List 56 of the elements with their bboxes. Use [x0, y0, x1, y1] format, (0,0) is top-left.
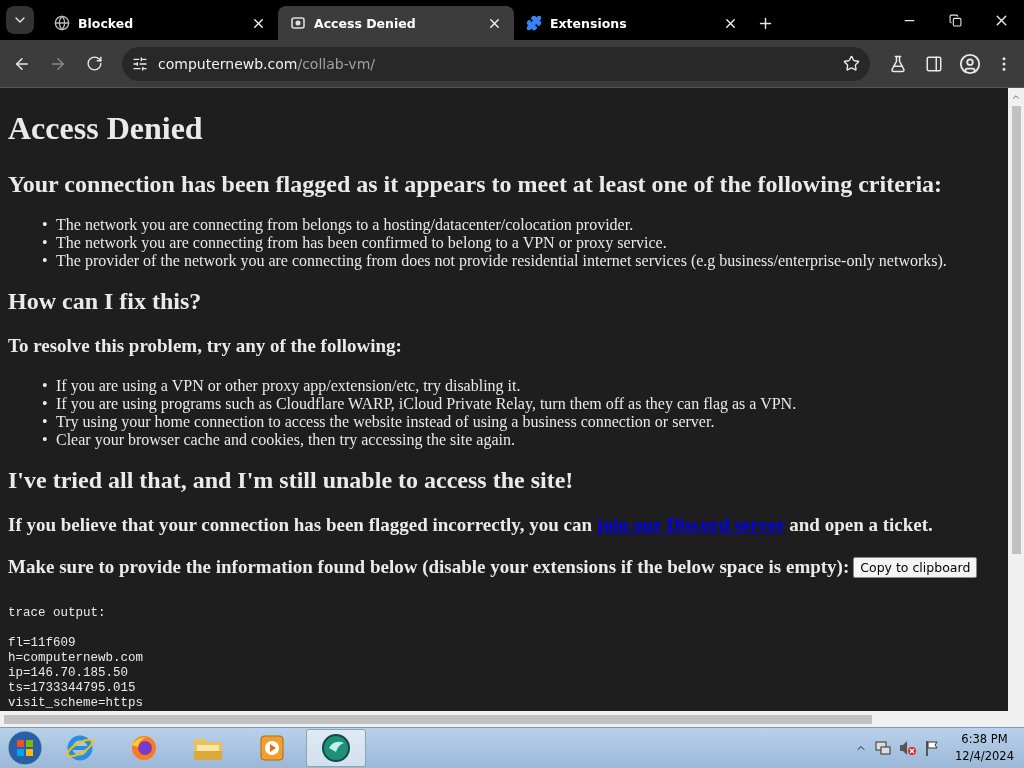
url-text: computernewb.com/collab-vm/	[158, 55, 376, 72]
section-heading: How can I fix this?	[8, 288, 203, 315]
restore-icon[interactable]	[948, 13, 962, 27]
subheading: To resolve this problem, try any of the following:	[8, 335, 403, 357]
trace-label: trace output:	[8, 606, 107, 621]
trace-line: fl=11f609	[8, 636, 77, 651]
criteria-item: The provider of the network you are connecting from does not provide residential internet services (e.g business/enterprise-only networks).	[56, 252, 947, 270]
trace-line: ts=1733344795.015	[8, 681, 137, 696]
page-title: Access Denied	[8, 110, 204, 147]
scroll-up-icon[interactable]	[1011, 92, 1021, 102]
section-heading: Your connection has been flagged as it appears to meet at least one of the following criteria:	[8, 171, 944, 198]
browser-tab[interactable]: Access Denied	[278, 6, 514, 40]
fox-globe-icon	[129, 733, 159, 763]
step-item: If you are using programs such as Cloudflare WARP, iCloud Private Relay, turn them off as they can flag as a VPN.	[56, 395, 797, 413]
reload-icon[interactable]	[85, 55, 103, 72]
taskbar-app[interactable]	[306, 729, 366, 767]
section-heading: I've tried all that, and I'm still unable to access the site!	[8, 467, 575, 494]
media-player-icon	[259, 734, 285, 762]
clock[interactable]: 6:38 PM 12/4/2024	[955, 731, 1014, 765]
browser-tab[interactable]: Blocked	[42, 6, 278, 40]
step-item: Clear your browser cache and cookies, then try accessing the site again.	[56, 431, 515, 449]
browser-e-icon	[65, 733, 95, 763]
globe-icon	[54, 15, 70, 31]
puzzle-icon	[526, 15, 542, 31]
trace-line: h=computernewb.com	[8, 651, 145, 666]
flag-icon[interactable]	[925, 740, 940, 756]
bullet: •	[42, 431, 48, 449]
horizontal-scrollbar[interactable]	[0, 711, 1024, 727]
bullet: •	[42, 413, 48, 431]
bullet: •	[42, 234, 48, 252]
bullet: •	[42, 395, 48, 413]
report-sentence: If you believe that your connection has been flagged incorrectly, you can join our Discord server and open a ticket.	[8, 514, 934, 536]
trace-line: ip=146.70.185.50	[8, 666, 130, 681]
step-item: Try using your home connection to access the website instead of using a business connection or server.	[56, 413, 715, 431]
vertical-scrollbar[interactable]	[1008, 88, 1024, 711]
scroll-thumb[interactable]	[1011, 106, 1021, 554]
step-item: If you are using a VPN or other proxy app/extension/etc, try disabling it.	[56, 377, 521, 395]
bullet: •	[42, 252, 48, 270]
network-icon[interactable]	[875, 740, 892, 756]
site-info-icon[interactable]	[132, 55, 148, 72]
bookmark-star-icon[interactable]	[843, 55, 860, 72]
criteria-item: The network you are connecting from belongs to a hosting/datacenter/colocation provider.	[56, 216, 634, 234]
bullet: •	[42, 216, 48, 234]
page-icon	[290, 15, 306, 31]
address-bar[interactable]: computernewb.com/collab-vm/	[122, 46, 870, 81]
sphere-icon	[320, 732, 352, 764]
tab-list-button[interactable]	[6, 6, 34, 34]
info-sentence: Make sure to provide the information found below (disable your extensions if the below space is empty):	[8, 556, 850, 578]
scroll-thumb[interactable]	[4, 714, 872, 724]
muted-speaker-icon[interactable]	[899, 740, 918, 756]
bullet: •	[42, 377, 48, 395]
start-button[interactable]	[4, 729, 46, 767]
browser-tab[interactable]: Extensions	[514, 6, 750, 40]
trace-line: visit_scheme=https	[8, 696, 145, 711]
criteria-item: The network you are connecting from has been confirmed to belong to a VPN or proxy service.	[56, 234, 667, 252]
copy-button[interactable]: Copy to clipboard	[853, 556, 978, 578]
